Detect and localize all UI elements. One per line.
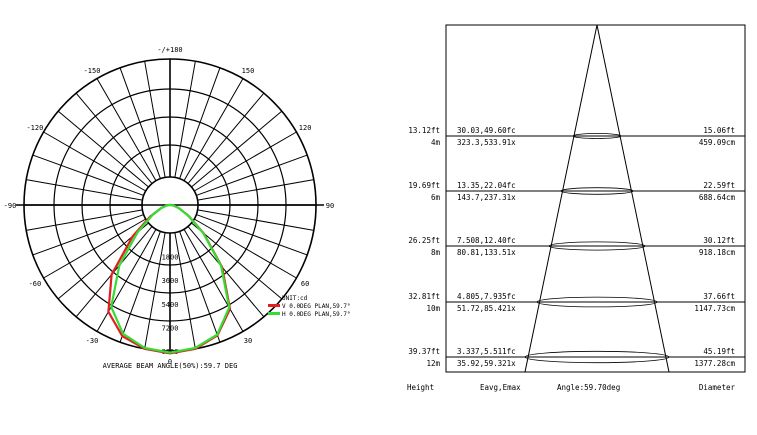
angle-label: 120	[299, 124, 312, 132]
height-ft: 39.37ft	[408, 347, 440, 356]
diameter-cm: 1377.28cm	[694, 359, 735, 368]
polar-spoke	[96, 78, 157, 182]
polar-spoke	[57, 110, 149, 188]
illuminance-lx: 80.81,133.51x	[457, 248, 516, 257]
diameter-cm: 688.64cm	[699, 193, 736, 202]
diameter-cm: 918.18cm	[699, 248, 736, 257]
cone-edge-right	[596, 24, 670, 373]
illuminance-fc: 7.508,12.40fc	[457, 236, 516, 245]
height-m: 6m	[431, 193, 441, 202]
radial-tick-label: 1800	[162, 254, 179, 262]
polar-caption: AVERAGE BEAM ANGLE(50%):59.7 DEG	[103, 362, 238, 370]
diameter-ft: 15.06ft	[703, 126, 735, 135]
height-m: 4m	[431, 138, 441, 147]
footer-angle: Angle:59.70deg	[557, 383, 620, 392]
illuminance-fc: 3.337,5.511fc	[457, 347, 516, 356]
beam-ellipse	[572, 133, 622, 139]
beam-ellipse	[524, 350, 670, 364]
polar-spoke	[179, 67, 221, 179]
polar-spoke	[196, 154, 308, 196]
angle-label: -150	[84, 67, 101, 75]
polar-spoke	[179, 231, 221, 343]
polar-spoke	[191, 110, 283, 188]
legend-label: V 0.0DEG PLAN,59.7°	[282, 303, 351, 310]
angle-label: -90	[4, 202, 17, 210]
polar-spoke	[119, 67, 161, 179]
illuminance-fc: 13.35,22.04fc	[457, 181, 516, 190]
diameter-cm: 1147.73cm	[694, 304, 735, 313]
angle-label: 60	[301, 280, 309, 288]
diameter-ft: 45.19ft	[703, 347, 735, 356]
angle-label: 30	[244, 337, 252, 345]
legend-swatch	[268, 312, 280, 315]
radial-tick-label: 3600	[162, 277, 179, 285]
radial-tick-label: 7200	[162, 324, 179, 332]
illuminance-lx: 51.72,85.421x	[457, 304, 516, 313]
angle-label: -30	[86, 337, 99, 345]
cone-frame	[445, 24, 746, 373]
height-m: 12m	[426, 359, 440, 368]
polar-spoke	[96, 228, 157, 332]
diameter-cm: 459.09cm	[699, 138, 736, 147]
polar-spoke	[75, 92, 153, 184]
diameter-ft: 30.12ft	[703, 236, 735, 245]
height-ft: 19.69ft	[408, 181, 440, 190]
angle-label: -60	[29, 280, 42, 288]
polar-spoke	[43, 218, 147, 279]
footer-diameter: Diameter	[699, 383, 736, 392]
angle-label: 90	[326, 202, 334, 210]
polar-spoke	[193, 218, 297, 279]
angle-label: -/+180	[157, 46, 182, 54]
height-ft: 26.25ft	[408, 236, 440, 245]
illuminance-fc: 30.03,49.60fc	[457, 126, 516, 135]
illuminance-fc: 4.805,7.935fc	[457, 292, 516, 301]
polar-spoke	[183, 78, 244, 182]
polar-spoke	[187, 92, 265, 184]
angle-label: -120	[26, 124, 43, 132]
angle-label: 150	[242, 67, 255, 75]
height-m: 8m	[431, 248, 441, 257]
beam-ellipse	[548, 241, 646, 251]
beam-ellipse	[560, 187, 634, 195]
legend-label: H 0.0DEG PLAN,59.7°	[282, 311, 351, 318]
illuminance-lx: 323.3,533.91x	[457, 138, 516, 147]
radial-tick-label: 5400	[162, 301, 179, 309]
polar-spoke	[43, 131, 147, 192]
illuminance-lx: 143.7,237.31x	[457, 193, 516, 202]
height-ft: 32.81ft	[408, 292, 440, 301]
footer-eavg: Eavg,Emax	[480, 383, 521, 392]
illuminance-lx: 35.92,59.321x	[457, 359, 516, 368]
beam-ellipse	[536, 296, 658, 308]
polar-candela-chart: -/+180150-150120-12090-9060-6030-3001800…	[4, 46, 351, 370]
polar-spoke	[32, 214, 144, 256]
height-ft: 13.12ft	[408, 126, 440, 135]
diameter-ft: 37.66ft	[703, 292, 735, 301]
diameter-ft: 22.59ft	[703, 181, 735, 190]
polar-spoke	[32, 154, 144, 196]
footer-height: Height	[407, 383, 434, 392]
height-m: 10m	[426, 304, 440, 313]
legend-swatch	[268, 304, 280, 307]
polar-spoke	[193, 131, 297, 192]
cone-edge-left	[524, 24, 598, 373]
polar-spoke	[183, 228, 244, 332]
polar-spoke	[187, 226, 265, 318]
legend-unit: UNIT:cd	[282, 295, 308, 302]
